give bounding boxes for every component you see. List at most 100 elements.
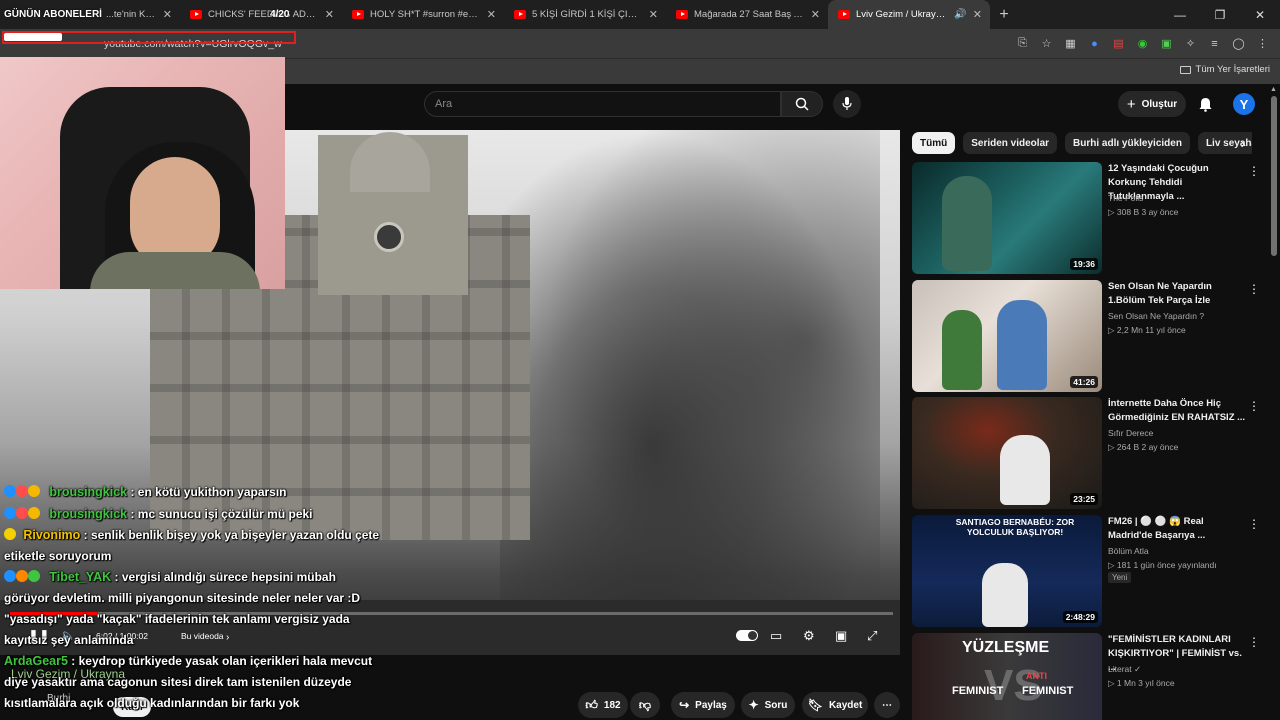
video-thumbnail[interactable]: 23:25 [912,397,1102,509]
all-bookmarks[interactable]: Tüm Yer İşaretleri [1179,64,1270,75]
rec-title[interactable]: İnternette Daha Önce Hiç Görmediğiniz EN… [1108,397,1246,425]
chat-message: Rivonimo : senlik benlik bişey yok ya bi… [4,525,384,567]
kebab-menu-icon[interactable]: ⋮ [1248,517,1260,531]
more-actions-button[interactable]: ⋯ [874,692,900,718]
search-input[interactable]: Ara [424,91,781,117]
video-frame-clock [374,222,404,252]
tab-title: CHICKS' FEEDING ADDICT - Y... [208,9,319,20]
recommendation-item[interactable]: YÜZLEŞME VS FEMINIST ANTI FEMINIST "FEMİ… [912,633,1262,720]
extension-icon[interactable]: ▤ [1111,36,1126,51]
extension-icon[interactable]: ● [1087,36,1102,51]
tab-close-icon[interactable]: ✕ [487,8,496,21]
fullscreen-icon[interactable]: ⤢ [867,628,877,644]
recommendation-item[interactable]: 23:25 İnternette Daha Önce Hiç Görmediği… [912,397,1262,509]
tab-1[interactable]: CHICKS' FEEDING ADDICT - Y... ✕ [180,0,342,29]
share-button[interactable]: ↪ Paylaş [671,692,735,718]
autoplay-toggle[interactable] [736,630,758,641]
webcam-shirt [90,252,260,289]
minimize-icon[interactable]: — [1160,8,1200,22]
bookmark-star-icon[interactable]: ☆ [1039,36,1054,51]
chat-badges [4,485,44,497]
close-window-icon[interactable]: ✕ [1240,8,1280,22]
media-control-icon[interactable]: ≡ [1207,36,1222,51]
video-thumbnail[interactable]: SANTIAGO BERNABÉU: ZOR YOLCULUK BAŞLIYOR… [912,515,1102,627]
speaker-icon[interactable]: 🔊 [954,9,966,20]
rec-meta: ▷ 181 1 gün önce yayınlandı [1108,560,1217,571]
streamer-webcam [0,57,285,289]
chat-text: : en kötü yukithon yaparsın [127,485,287,499]
kebab-menu-icon[interactable]: ⋮ [1248,164,1260,178]
video-thumbnail[interactable]: 19:36 [912,162,1102,274]
extensions-puzzle-icon[interactable]: ✧ [1183,36,1198,51]
extension-icon[interactable]: ▣ [1159,36,1174,51]
rec-channel[interactable]: Sen Olsan Ne Yapardın ? [1108,311,1204,321]
rec-channel[interactable]: Bölüm Atla [1108,546,1149,556]
chip-all[interactable]: Tümü [912,132,956,154]
recommendation-item[interactable]: 19:36 12 Yaşındaki Çocuğun Korkunç Tehdi… [912,162,1262,274]
subtitles-icon[interactable]: ▭ [770,628,782,644]
settings-gear-icon[interactable]: ⚙ [803,628,815,644]
rec-channel[interactable]: Sıfır Derece [1108,428,1153,438]
stream-chat: brousingkick : en kötü yukithon yaparsın… [4,481,384,714]
create-button[interactable]: + Oluştur [1118,91,1186,117]
scroll-up-arrow-icon[interactable]: ▲ [1270,86,1277,93]
chat-message: brousingkick : en kötü yukithon yaparsın [4,481,384,503]
tab-close-icon[interactable]: ✕ [325,8,334,21]
tab-close-icon[interactable]: ✕ [811,8,820,21]
tab-2[interactable]: HOLY SH*T #surron #emoto #d ✕ [342,0,504,29]
ask-button[interactable]: ✦ Soru [741,692,795,718]
new-badge: Yeni [1108,572,1132,583]
install-icon[interactable]: ⎘ [1015,36,1030,51]
search-button[interactable] [781,91,823,117]
youtube-favicon-icon [352,10,364,19]
video-thumbnail[interactable]: YÜZLEŞME VS FEMINIST ANTI FEMINIST [912,633,1102,720]
chat-username: ArdaGear5 [4,654,68,668]
chip-series[interactable]: Seriden videolar [963,132,1058,154]
rec-channel[interactable]: Literat ✓ [1108,664,1141,675]
rec-title[interactable]: FM26 | ⚪ ⚪ 😱 Real Madrid'de Başarıya ... [1108,515,1246,543]
tab-title: Mağarada 27 Saat Baş Aşağı Sa [694,9,805,20]
recommendation-item[interactable]: SANTIAGO BERNABÉU: ZOR YOLCULUK BAŞLIYOR… [912,515,1262,627]
thumb-figure [942,176,992,271]
tab-4[interactable]: Mağarada 27 Saat Baş Aşağı Sa ✕ [666,0,828,29]
tab-close-icon[interactable]: ✕ [163,8,172,21]
voice-search-button[interactable] [833,90,861,118]
rec-meta-text: 2,2 Mn 11 yıl önce [1116,325,1186,335]
profile-icon[interactable]: ◯ [1231,36,1246,51]
notifications-button[interactable] [1195,94,1215,114]
video-thumbnail[interactable]: 41:26 [912,280,1102,392]
like-button[interactable]: 👍︎ 182 [578,692,628,718]
kebab-menu-icon[interactable]: ⋮ [1248,399,1260,413]
rec-channel[interactable]: The Polis [1108,193,1143,203]
filter-chips: Tümü Seriden videolar Burhi adlı yükleyi… [912,132,1252,154]
thumb-label-feminist-2: FEMINIST [1022,685,1074,697]
chevron-right-icon[interactable]: › [1235,135,1251,151]
new-tab-button[interactable]: + [990,0,1018,29]
tab-5-active[interactable]: Lviv Gezim / Ukrayna - You 🔊 ✕ [828,0,990,29]
kebab-menu-icon[interactable]: ⋮ [1248,282,1260,296]
save-label: Kaydet [828,699,863,711]
tab-close-icon[interactable]: ✕ [649,8,658,21]
youtube-favicon-icon [838,10,850,19]
restore-icon[interactable]: ❐ [1200,8,1240,22]
miniplayer-icon[interactable]: ▣ [835,628,847,644]
rec-title[interactable]: Sen Olsan Ne Yapardın 1.Bölüm Tek Parça … [1108,280,1246,308]
extension-icon[interactable]: ◉ [1135,36,1150,51]
rec-meta-text: 1 Mn 3 yıl önce [1116,678,1175,688]
dislike-button[interactable]: 👎︎ [630,692,660,718]
chip-uploader[interactable]: Burhi adlı yükleyiciden [1065,132,1190,154]
tab-close-icon[interactable]: ✕ [973,8,982,21]
kebab-menu-icon[interactable]: ⋮ [1248,635,1260,649]
save-button[interactable]: 🔖︎ Kaydet [802,692,868,718]
avatar[interactable]: Y [1233,93,1255,115]
extension-icon[interactable]: ▦ [1063,36,1078,51]
youtube-favicon-icon [514,10,526,19]
menu-kebab-icon[interactable]: ⋮ [1255,36,1270,51]
page-scrollbar[interactable] [1271,96,1277,256]
tab-title: HOLY SH*T #surron #emoto #d [370,9,481,20]
browser-tabbar: ...te'nin Karavan T... ✕ CHICKS' FEEDING… [0,0,1280,29]
rec-meta: ▷ 264 B 2 ay önce [1108,442,1178,453]
tab-3[interactable]: 5 KİŞİ GİRDİ 1 KİŞİ ÇIKTI: Gollum ✕ [504,0,666,29]
recommendation-item[interactable]: 41:26 Sen Olsan Ne Yapardın 1.Bölüm Tek … [912,280,1262,392]
screen: ...te'nin Karavan T... ✕ CHICKS' FEEDING… [0,0,1280,720]
